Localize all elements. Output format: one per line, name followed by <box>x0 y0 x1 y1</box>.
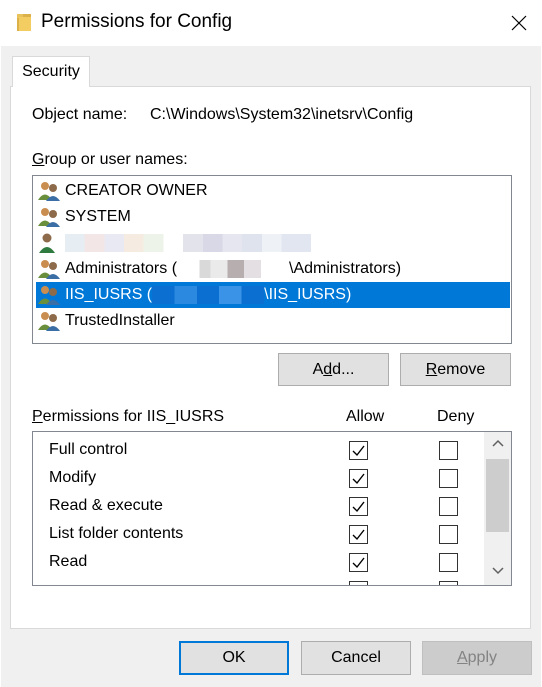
list-item-trustedinstaller[interactable]: TrustedInstaller <box>36 308 510 334</box>
redacted-domain <box>177 260 290 278</box>
check-icon <box>352 445 365 457</box>
list-item-iis-iusrs[interactable]: IIS_IUSRS ( \IIS_IUSRS) <box>36 282 510 308</box>
redacted-domain <box>152 286 265 304</box>
list-item-redacted-user[interactable] <box>36 230 510 256</box>
list-item-administrators[interactable]: Administrators ( \Administrators) <box>36 256 510 282</box>
scroll-thumb[interactable] <box>486 459 509 532</box>
permissions-label: Permissions for IIS_IUSRS <box>32 408 225 425</box>
permission-row-partial <box>49 577 489 585</box>
users-group-icon <box>38 312 60 331</box>
users-group-icon <box>38 208 60 227</box>
allow-checkbox[interactable] <box>349 469 368 488</box>
allow-checkbox[interactable] <box>349 581 368 585</box>
permission-name: Modify <box>49 469 97 486</box>
users-group-icon <box>38 182 60 201</box>
tab-security[interactable]: Security <box>12 56 90 87</box>
permission-name: Read <box>49 553 88 570</box>
single-user-icon <box>39 233 55 253</box>
allow-checkbox[interactable] <box>349 497 368 516</box>
check-icon <box>352 473 365 485</box>
deny-checkbox[interactable] <box>439 581 458 585</box>
deny-checkbox[interactable] <box>439 497 458 516</box>
deny-checkbox[interactable] <box>439 469 458 488</box>
permission-name: Read & execute <box>49 497 163 514</box>
check-icon <box>352 501 365 513</box>
cancel-button[interactable]: Cancel <box>301 641 411 675</box>
check-icon <box>352 529 365 541</box>
permissions-scrollbar[interactable] <box>484 432 511 585</box>
deny-column-header: Deny <box>437 408 475 425</box>
allow-checkbox[interactable] <box>349 525 368 544</box>
allow-column-header: Allow <box>346 408 385 425</box>
permission-name: List folder contents <box>49 525 184 542</box>
scroll-down-button[interactable] <box>484 560 511 582</box>
deny-checkbox[interactable] <box>439 553 458 572</box>
object-name-label: Object name: <box>32 106 128 123</box>
redacted-name <box>65 234 311 252</box>
list-item-creator-owner[interactable]: CREATOR OWNER <box>36 178 510 204</box>
check-icon <box>352 557 365 569</box>
scroll-up-button[interactable] <box>484 432 511 454</box>
permission-row: Read <box>49 549 489 577</box>
deny-checkbox[interactable] <box>439 525 458 544</box>
remove-button[interactable]: Remove <box>400 353 511 386</box>
users-group-icon <box>38 286 60 305</box>
allow-checkbox[interactable] <box>349 553 368 572</box>
window-title: Permissions for Config <box>41 11 233 32</box>
permission-name: Full control <box>49 441 128 458</box>
apply-button[interactable]: Apply <box>422 641 532 675</box>
folder-icon <box>17 14 31 31</box>
permissions-list: Full control Modify Read & execute List fol… <box>32 431 512 586</box>
permission-row: Read & execute <box>49 493 489 521</box>
permission-row: List folder contents <box>49 521 489 549</box>
allow-checkbox[interactable] <box>349 441 368 460</box>
close-icon <box>511 15 527 31</box>
ok-button[interactable]: OK <box>179 641 289 675</box>
users-group-icon <box>38 260 60 279</box>
permission-row: Modify <box>49 465 489 493</box>
close-button[interactable] <box>496 0 542 46</box>
deny-checkbox[interactable] <box>439 441 458 460</box>
list-item-system[interactable]: SYSTEM <box>36 204 510 230</box>
chevron-up-icon <box>491 439 504 447</box>
group-user-list[interactable]: CREATOR OWNER SYSTEM Administrators ( \A… <box>32 175 512 344</box>
chevron-down-icon <box>491 567 504 575</box>
permission-row: Full control <box>49 437 489 465</box>
group-list-label: Group or user names: <box>32 151 188 168</box>
add-button[interactable]: Ad d... <box>278 353 389 386</box>
object-name-value: C:\Windows\System32\inetsrv\Config <box>150 106 414 123</box>
